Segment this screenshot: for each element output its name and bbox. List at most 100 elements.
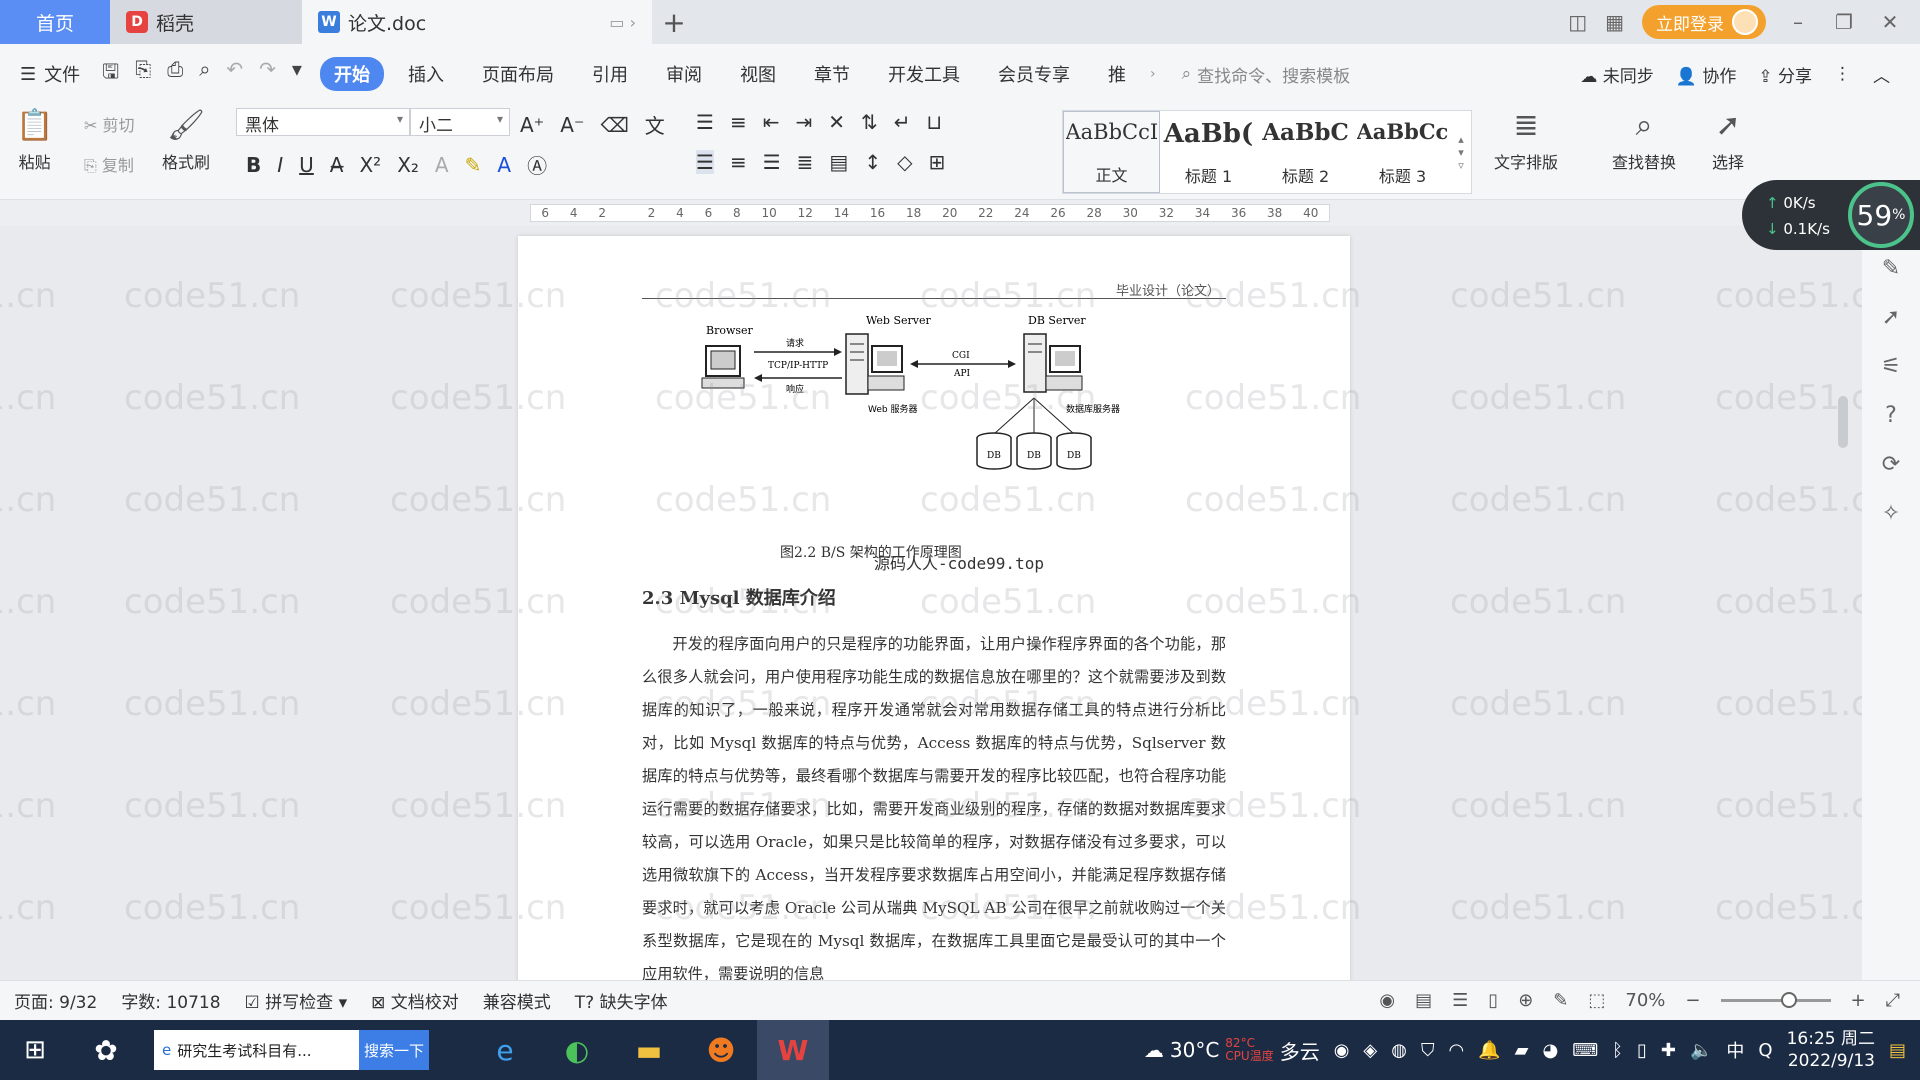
text-layout-button[interactable]: ≣ 文字排版: [1494, 108, 1558, 173]
menu-start[interactable]: 开始: [319, 57, 384, 91]
taskbar-search[interactable]: e 研究生考试科目有... 搜索一下: [154, 1030, 429, 1070]
spell-check-toggle[interactable]: ☑ 拼写检查 ▾: [245, 988, 348, 1013]
increase-indent-icon[interactable]: ⇥: [795, 110, 812, 134]
usb-icon[interactable]: ▯: [1637, 1040, 1647, 1061]
undo-icon[interactable]: ↶: [226, 57, 243, 91]
cortana-icon[interactable]: ✿: [70, 1020, 142, 1080]
tray-app-icon[interactable]: ◈: [1363, 1040, 1377, 1061]
superscript-icon[interactable]: X²: [359, 153, 381, 177]
taskbar-search-field[interactable]: e 研究生考试科目有...: [154, 1030, 359, 1070]
tab-document[interactable]: W 论文.doc ▭ ›: [302, 0, 652, 44]
word-count[interactable]: 字数: 10718: [121, 988, 220, 1013]
grow-font-icon[interactable]: A⁺: [520, 113, 544, 137]
read-view-icon[interactable]: ▯: [1488, 990, 1498, 1011]
menu-review[interactable]: 审阅: [652, 57, 716, 91]
write-view-icon[interactable]: ✎: [1553, 990, 1568, 1011]
align-left-icon[interactable]: ☰: [696, 150, 714, 174]
notification-icon[interactable]: ▤: [1889, 1040, 1906, 1061]
scroll-thumb[interactable]: [1838, 396, 1848, 448]
justify-icon[interactable]: ≣: [797, 150, 814, 174]
underline-icon[interactable]: U: [299, 153, 314, 177]
print-preview-icon[interactable]: ⌕: [199, 57, 210, 91]
style-normal[interactable]: AaBbCcI 正文: [1063, 111, 1160, 193]
tray-app-icon[interactable]: ▰: [1515, 1040, 1529, 1061]
new-tab-button[interactable]: +: [652, 0, 696, 44]
keyboard-icon[interactable]: ⌨: [1572, 1040, 1598, 1061]
select-button[interactable]: ➚ 选择: [1712, 108, 1744, 173]
media-app-icon[interactable]: ☻: [685, 1020, 757, 1080]
font-size-select[interactable]: 小二 ▾: [410, 108, 510, 136]
shrink-font-icon[interactable]: A⁻: [560, 113, 584, 137]
command-search[interactable]: ⌕ 查找命令、搜索模板: [1182, 62, 1351, 87]
missing-font-button[interactable]: T? 缺失字体: [575, 988, 668, 1013]
phonetic-icon[interactable]: 文: [645, 110, 665, 139]
font-family-select[interactable]: 黑体 ▾: [236, 108, 410, 136]
apps-grid-icon[interactable]: ▦: [1605, 10, 1624, 34]
char-border-icon[interactable]: Ⓐ: [527, 150, 547, 179]
page-view-icon[interactable]: ▤: [1415, 990, 1432, 1011]
menu-chapter[interactable]: 章节: [800, 57, 864, 91]
menu-page-layout[interactable]: 页面布局: [468, 57, 568, 91]
doc-proof-button[interactable]: ⊠ 文档校对: [371, 988, 459, 1013]
horizontal-ruler[interactable]: 6 4 2 2 4 6 8 10 12 14 16 18 20 22 24 26 28 30 32 34 36 38 40: [0, 200, 1920, 226]
zoom-in-icon[interactable]: +: [1851, 990, 1866, 1011]
copy-button[interactable]: ⎘ 复制: [84, 152, 134, 176]
layout-toggle-icon[interactable]: ◫: [1568, 10, 1587, 34]
menu-more-icon[interactable]: ›: [1150, 66, 1156, 82]
style-heading-2[interactable]: AaBbC 标题 2: [1257, 111, 1354, 193]
fit-page-icon[interactable]: ⬚: [1588, 990, 1605, 1011]
subscript-icon[interactable]: X₂: [397, 153, 419, 177]
collapse-ribbon-icon[interactable]: ︿: [1873, 62, 1890, 87]
help-icon[interactable]: ?: [1885, 403, 1897, 428]
volume-icon[interactable]: 🔈: [1690, 1040, 1712, 1061]
shield-icon[interactable]: ⛉: [1421, 1040, 1435, 1061]
tray-app-icon[interactable]: ✚: [1661, 1040, 1676, 1061]
clear-format-icon[interactable]: ⌫: [601, 113, 629, 137]
cut-button[interactable]: ✂ 剪切: [84, 112, 135, 136]
find-replace-button[interactable]: ⌕ 查找替换: [1612, 108, 1676, 173]
font-color-icon[interactable]: A: [497, 153, 511, 177]
line-spacing-icon[interactable]: ↕: [864, 150, 881, 174]
close-icon[interactable]: ✕: [1876, 10, 1904, 34]
zoom-level[interactable]: 70%: [1625, 990, 1665, 1011]
tab-home[interactable]: 首页: [0, 0, 110, 44]
line-break-icon[interactable]: ↵: [894, 110, 911, 134]
document-area[interactable]: 毕业设计（论文） Browser 请求 TCP/IP-HTTP 响应 Web S…: [0, 226, 1900, 980]
sort-icon[interactable]: ⇅: [861, 110, 878, 134]
tab-daoke[interactable]: D 稻壳: [110, 0, 302, 44]
numbered-list-icon[interactable]: ≡: [730, 110, 747, 134]
collab-button[interactable]: 👤 协作: [1676, 62, 1737, 87]
tray-app-icon[interactable]: ◉: [1334, 1040, 1350, 1061]
windows-start-icon[interactable]: ⊞: [0, 1035, 70, 1065]
export-icon[interactable]: ⎘: [135, 57, 151, 91]
style-gallery-scroll[interactable]: ▴ ▾ ▿: [1451, 111, 1471, 193]
ie-icon[interactable]: e: [469, 1020, 541, 1080]
tab-screen-icon[interactable]: ▭ ›: [609, 13, 636, 32]
wifi-icon[interactable]: ◠: [1448, 1040, 1464, 1061]
save-icon[interactable]: 🖫: [102, 57, 119, 91]
italic-icon[interactable]: I: [277, 153, 283, 177]
file-explorer-icon[interactable]: ▬: [613, 1020, 685, 1080]
fullscreen-icon[interactable]: ⤢: [1886, 990, 1900, 1011]
tray-app-icon[interactable]: ◍: [1391, 1040, 1407, 1061]
sync-button[interactable]: ☁ 未同步: [1580, 62, 1653, 87]
text-effect-icon[interactable]: A: [435, 153, 449, 177]
sliders-icon[interactable]: ⚟: [1881, 354, 1901, 379]
menu-view[interactable]: 视图: [726, 57, 790, 91]
more-icon[interactable]: ⋮: [1834, 64, 1851, 84]
print-icon[interactable]: ⎙: [167, 57, 183, 91]
page-indicator[interactable]: 页面: 9/32: [14, 988, 97, 1013]
menu-dev-tools[interactable]: 开发工具: [874, 57, 974, 91]
web-view-icon[interactable]: ⊕: [1518, 990, 1533, 1011]
align-center-icon[interactable]: ≡: [730, 150, 747, 174]
clock[interactable]: 16:25 周二 2022/9/13: [1787, 1028, 1875, 1072]
minimize-icon[interactable]: –: [1784, 10, 1812, 34]
bell-icon[interactable]: 🔔: [1478, 1040, 1500, 1061]
bluetooth-icon[interactable]: ᛒ: [1612, 1040, 1623, 1061]
chinese-layout-icon[interactable]: ✕: [828, 110, 845, 134]
wps-app-icon[interactable]: W: [757, 1020, 829, 1080]
highlight-icon[interactable]: ✎: [465, 153, 482, 177]
ime-indicator[interactable]: 中: [1726, 1037, 1744, 1063]
strikethrough-icon[interactable]: A̶: [330, 153, 344, 177]
eye-protect-icon[interactable]: ◉: [1379, 990, 1395, 1011]
